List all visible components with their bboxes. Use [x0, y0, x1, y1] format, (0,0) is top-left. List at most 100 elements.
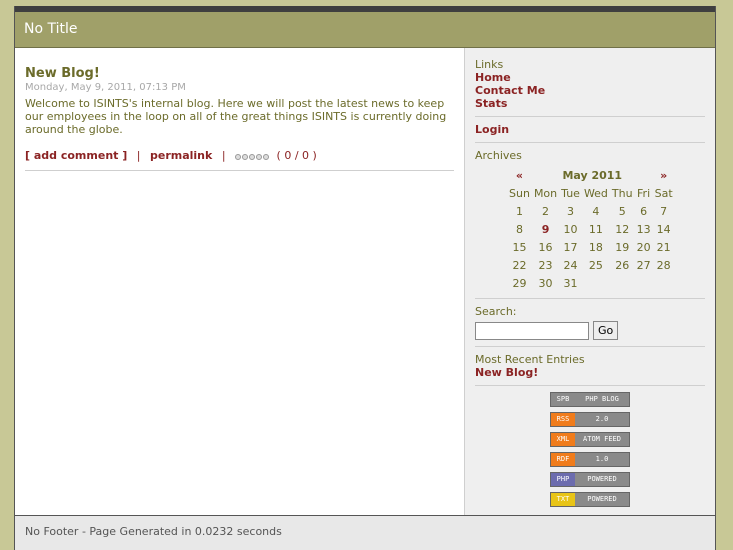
calendar-next[interactable]: »: [653, 166, 675, 184]
badge-right: POWERED: [575, 493, 629, 506]
contact-link[interactable]: Contact Me: [475, 84, 705, 97]
star-icon[interactable]: [249, 153, 256, 160]
search-label: Search:: [475, 305, 517, 318]
badge-txt[interactable]: TXT POWERED: [550, 492, 630, 507]
calendar-day: 25: [588, 258, 603, 272]
calendar-day: [610, 274, 635, 292]
separator: |: [221, 149, 226, 162]
calendar-day: 1: [515, 204, 523, 218]
calendar-day: 18: [588, 240, 603, 254]
star-icon[interactable]: [263, 153, 270, 160]
archives-section: Archives « May 2011 » Sun Mon Tue Wed Thu Fri…: [475, 149, 705, 299]
calendar-day: 19: [615, 240, 630, 254]
badge-right: POWERED: [575, 473, 629, 486]
calendar-month: May 2011: [562, 168, 623, 182]
calendar-day: 31: [563, 276, 578, 290]
badges: SPB PHP BLOG RSS 2.0 XML ATOM FEED RDF 1.0 PHP PO…: [475, 392, 705, 507]
calendar-day: 13: [636, 222, 651, 236]
post-title: New Blog!: [25, 66, 100, 81]
calendar-day: 29: [512, 276, 527, 290]
search-input[interactable]: [475, 321, 589, 340]
calendar-day: 8: [515, 222, 523, 236]
separator: |: [136, 149, 141, 162]
calendar-day[interactable]: 9: [532, 220, 559, 238]
recent-entry-link[interactable]: New Blog!: [475, 366, 705, 379]
badge-left: TXT: [551, 493, 575, 506]
permalink-link[interactable]: permalink: [150, 149, 212, 162]
badge-rdf[interactable]: RDF 1.0: [550, 452, 630, 467]
rating-value: ( 0 / 0 ): [276, 149, 317, 162]
calendar-day: 20: [636, 240, 651, 254]
calendar-day: 5: [618, 204, 626, 218]
post-body: Welcome to ISINTS's internal blog. Here …: [25, 97, 447, 136]
sidebar: Links Home Contact Me Stats Login Archiv…: [464, 48, 715, 515]
calendar-weekdays: Sun Mon Tue Wed Thu Fri Sat: [507, 184, 675, 202]
calendar-day: 3: [567, 204, 575, 218]
post-actions: [ add comment ] | permalink | ( 0 / 0 ): [25, 149, 454, 171]
calendar-day: 28: [656, 258, 671, 272]
links-section: Links Home Contact Me Stats: [475, 58, 705, 117]
badge-left: RDF: [551, 453, 575, 466]
badge-right: 1.0: [575, 453, 629, 466]
star-icon[interactable]: [256, 153, 263, 160]
calendar-weekday: Sat: [654, 186, 673, 200]
calendar-day: 15: [512, 240, 527, 254]
site-title: No Title: [24, 21, 78, 37]
go-button[interactable]: Go: [593, 321, 619, 340]
calendar-day: 23: [538, 258, 553, 272]
stats-link[interactable]: Stats: [475, 97, 705, 110]
calendar-weekday: Wed: [583, 186, 608, 200]
calendar-day: 30: [538, 276, 553, 290]
calendar-day: [653, 274, 675, 292]
badge-rss[interactable]: RSS 2.0: [550, 412, 630, 427]
page-frame: No Title New Blog! Monday, May 9, 2011, …: [14, 6, 716, 550]
footer: No Footer - Page Generated in 0.0232 sec…: [15, 515, 715, 550]
badge-right: 2.0: [575, 413, 629, 426]
add-comment-link[interactable]: [ add comment ]: [25, 149, 127, 162]
badge-left: PHP: [551, 473, 575, 486]
badge-left: SPB: [551, 393, 575, 406]
calendar-day: 2: [542, 204, 550, 218]
recent-label: Most Recent Entries: [475, 353, 585, 366]
recent-section: Most Recent Entries New Blog!: [475, 353, 705, 386]
post-date: Monday, May 9, 2011, 07:13 PM: [25, 82, 186, 93]
badge-left: RSS: [551, 413, 575, 426]
calendar-day: [635, 274, 653, 292]
rating-stars[interactable]: [235, 150, 270, 163]
badge-right: ATOM FEED: [575, 433, 629, 446]
calendar-weekday: Sun: [509, 186, 530, 200]
calendar-weekday: Thu: [611, 186, 633, 200]
star-icon[interactable]: [235, 153, 242, 160]
home-link[interactable]: Home: [475, 71, 705, 84]
login-link[interactable]: Login: [475, 123, 705, 136]
calendar-day: 21: [656, 240, 671, 254]
calendar-weekday: Mon: [533, 186, 558, 200]
star-icon[interactable]: [242, 153, 249, 160]
links-label: Links: [475, 58, 504, 71]
login-section: Login: [475, 123, 705, 143]
archive-calendar: « May 2011 » Sun Mon Tue Wed Thu Fri Sat 12345…: [507, 166, 675, 292]
site-header: No Title: [15, 12, 715, 48]
badge-xml[interactable]: XML ATOM FEED: [550, 432, 630, 447]
search-section: Search: Go: [475, 305, 705, 347]
calendar-day: 16: [538, 240, 553, 254]
badge-right: PHP BLOG: [575, 393, 629, 406]
footer-text: No Footer - Page Generated in 0.0232 sec…: [25, 525, 282, 538]
calendar-day: 11: [588, 222, 603, 236]
calendar-days: 1 2 3 4 5 6 7 8 9 10 11 12 13 14 15 16 17 18 19 20 21 22 23 24 2…: [507, 202, 675, 292]
main-content: New Blog! Monday, May 9, 2011, 07:13 PM …: [15, 48, 464, 515]
calendar-day: 27: [636, 258, 651, 272]
calendar-prev[interactable]: «: [507, 166, 532, 184]
calendar-day: [582, 274, 610, 292]
calendar-day: 17: [563, 240, 578, 254]
calendar-day: 14: [656, 222, 671, 236]
calendar-day: 6: [640, 204, 648, 218]
calendar-day: 10: [563, 222, 578, 236]
calendar-day: 12: [615, 222, 630, 236]
badge-php[interactable]: PHP POWERED: [550, 472, 630, 487]
calendar-day: 26: [615, 258, 630, 272]
calendar-day: 22: [512, 258, 527, 272]
badge-spb[interactable]: SPB PHP BLOG: [550, 392, 630, 407]
calendar-day: 4: [592, 204, 600, 218]
badge-left: XML: [551, 433, 575, 446]
